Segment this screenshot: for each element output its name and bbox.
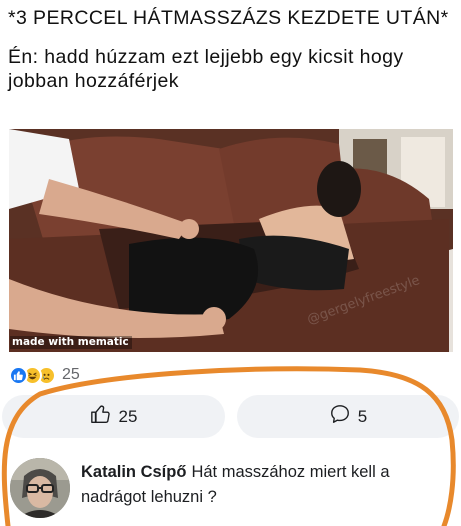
reaction-count: 25 bbox=[62, 366, 80, 383]
caption-line-1: *3 PERCCEL HÁTMASSZÁZS KEZDETE UTÁN* bbox=[8, 7, 449, 29]
comment-count: 5 bbox=[357, 406, 368, 426]
thumbs-up-icon bbox=[90, 403, 112, 430]
meme-image[interactable]: @gergelyfreestyle made with mematic bbox=[9, 129, 453, 352]
comment: Katalin Csípő Hát masszához miert kell a … bbox=[0, 448, 461, 526]
avatar[interactable] bbox=[10, 458, 70, 518]
post-caption: *3 PERCCEL HÁTMASSZÁZS KEZDETE UTÁN* Én:… bbox=[8, 6, 453, 93]
comment-button[interactable]: 5 bbox=[237, 395, 459, 438]
meme-photo: @gergelyfreestyle bbox=[9, 129, 453, 352]
comment-body: Katalin Csípő Hát masszához miert kell a … bbox=[81, 460, 456, 510]
mematic-watermark: made with mematic bbox=[10, 336, 132, 349]
like-icon bbox=[9, 365, 28, 385]
reactions-summary[interactable]: 25 bbox=[9, 364, 80, 386]
comment-author[interactable]: Katalin Csípő bbox=[81, 463, 186, 481]
like-count: 25 bbox=[118, 406, 138, 426]
comment-bubble-icon bbox=[329, 403, 351, 430]
caption-line-2: Én: hadd húzzam ezt lejjebb egy kicsit h… bbox=[8, 46, 404, 92]
like-button[interactable]: 25 bbox=[2, 395, 225, 438]
